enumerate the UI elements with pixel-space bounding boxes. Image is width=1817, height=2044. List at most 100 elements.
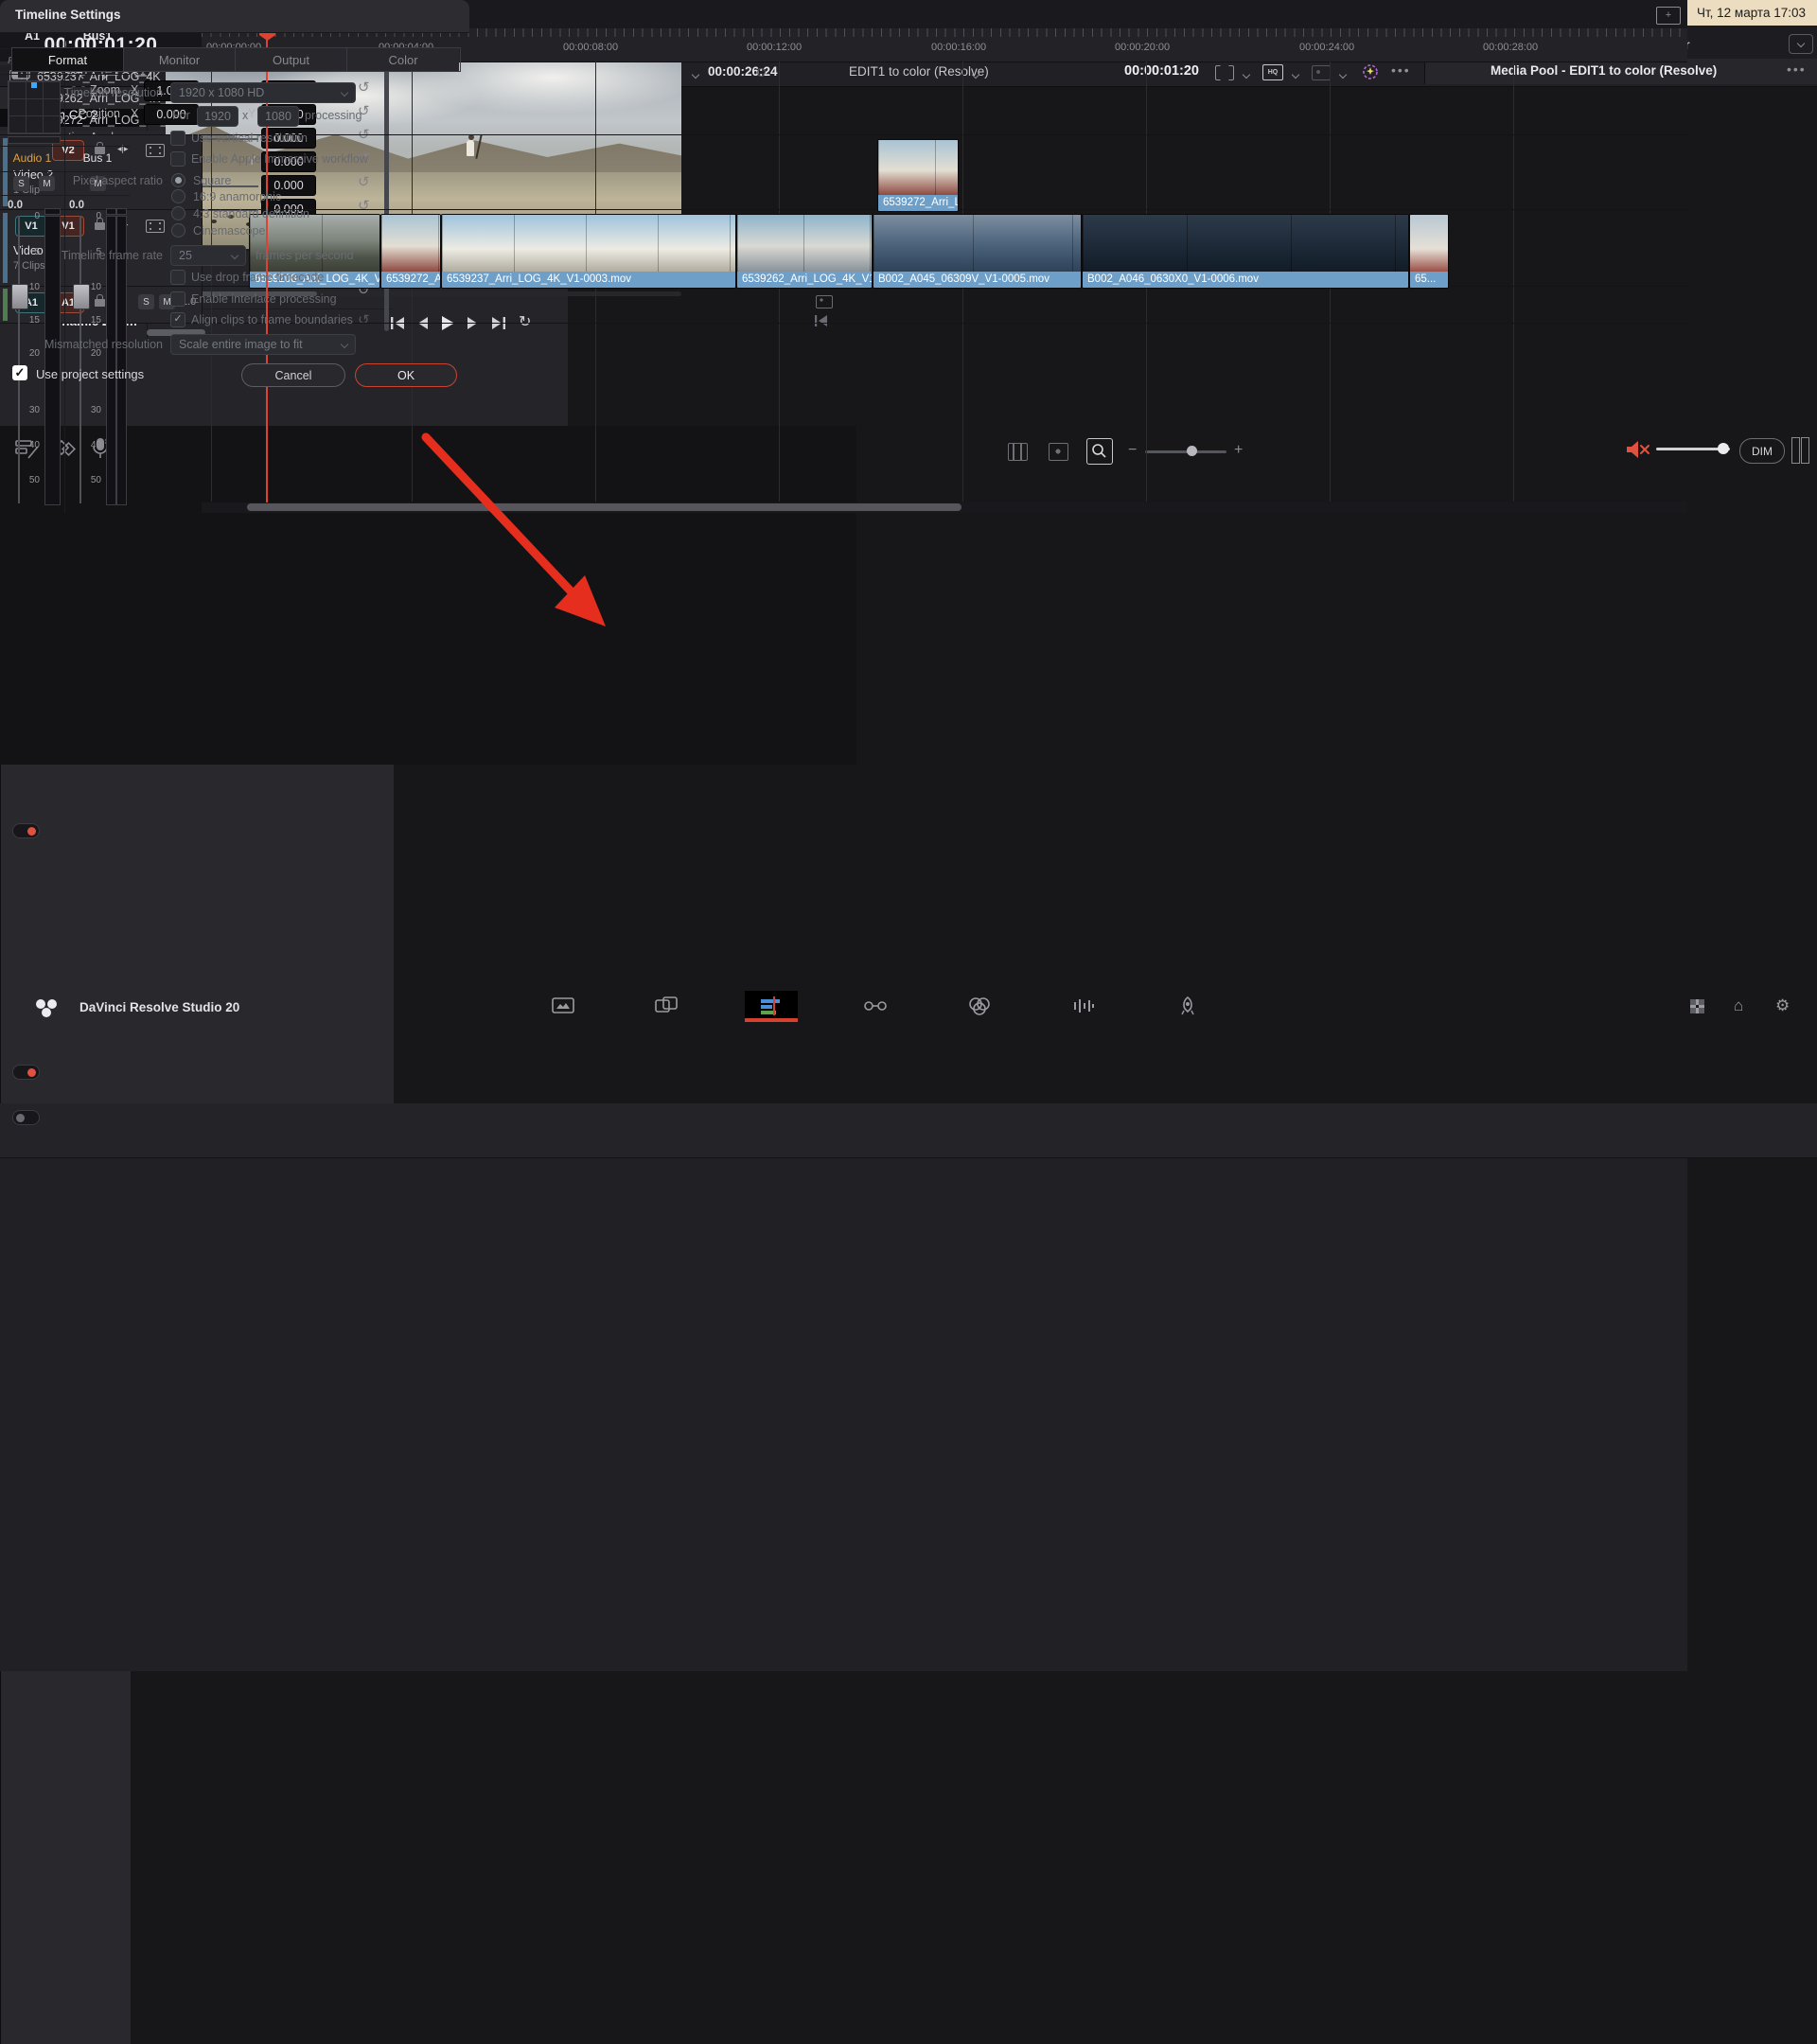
ruler-label: 00:00:16:00 [931, 42, 986, 53]
page-edit-button-active[interactable] [757, 996, 785, 1016]
menubar-clock[interactable]: Чт, 12 марта 17:03 [1697, 6, 1806, 20]
page-cut-button[interactable] [653, 996, 681, 1016]
ruler-label: 00:00:12:00 [747, 42, 802, 53]
create-timeline-icon[interactable]: + [1656, 7, 1681, 25]
fader-scale: 30 [86, 405, 101, 415]
cropping-toggle[interactable] [12, 1065, 40, 1080]
fader-scale: 30 [25, 405, 40, 415]
fader-scale: 50 [86, 475, 101, 485]
home-button[interactable]: ⌂ [1734, 996, 1743, 1015]
monitor-volume-handle[interactable] [1718, 443, 1729, 454]
meters-panel-icon2[interactable] [1801, 437, 1809, 464]
par-169-radio[interactable] [171, 189, 185, 203]
annotation-arrow [416, 426, 625, 643]
timeline-clip[interactable]: 6539272_A... [380, 214, 441, 289]
fader-scale: 15 [86, 315, 101, 326]
clip-thumbnail [250, 215, 379, 272]
fader-scale: 0 [86, 211, 101, 221]
align-clips-checkbox[interactable]: ✓ [170, 312, 185, 327]
page-deliver-button[interactable] [1173, 996, 1202, 1016]
fader-scale: 15 [25, 315, 40, 326]
par-43-radio[interactable] [171, 206, 185, 220]
project-manager-button[interactable] [1690, 999, 1704, 1013]
use-vertical-resolution-checkbox[interactable] [170, 131, 185, 146]
cancel-button[interactable]: Cancel [241, 363, 345, 387]
check-glyph: ✓ [173, 313, 182, 325]
use-project-settings-checkbox[interactable]: ✓ [12, 365, 27, 380]
app-version-label: DaVinci Resolve Studio 20 [79, 1000, 239, 1014]
drop-frame-label: Use drop frame timecode [191, 271, 324, 284]
meter-notch-a1 [44, 208, 61, 215]
tab-color[interactable]: Color [347, 48, 459, 71]
edit-toolbar-row: − + DIM [0, 1103, 1817, 1158]
interlace-label: Enable interlace processing [191, 292, 337, 306]
mismatched-resolution-dropdown[interactable]: Scale entire image to fit [170, 334, 356, 355]
fader-level-bus1: 0.0 [69, 200, 84, 211]
timeline-clip[interactable]: 6539262_Arri_LOG_4K_V1-0... [736, 214, 873, 289]
ruler-label: 00:00:28:00 [1483, 42, 1538, 53]
clip-thumbnail [737, 215, 872, 272]
clip-label: B002_A045_06309V_V1-0005.mov [873, 272, 1081, 288]
clip-thumbnail [878, 140, 958, 195]
fader-scale: 50 [25, 475, 40, 485]
clip-thumbnail [873, 215, 1081, 272]
video-track-accent [3, 138, 8, 206]
timeline-clip[interactable]: B002_A045_06309V_V1-0005.mov [873, 214, 1082, 289]
dialog-titlebar[interactable]: Timeline Settings [0, 0, 469, 33]
par-square-radio[interactable] [171, 173, 185, 187]
frame-rate-dropdown[interactable]: 25 [170, 245, 246, 266]
use-vertical-resolution-label: Use vertical resolution [191, 132, 308, 145]
lock-track-icon[interactable] [95, 299, 105, 307]
timeline-clip[interactable]: 6539237_Arri_LOG_4K_V1-0003.mov [441, 214, 736, 289]
meters-panel-icon[interactable] [1791, 437, 1800, 464]
dim-button[interactable]: DIM [1739, 438, 1785, 464]
clip-label: 6539262_Arri_LOG_4K_V1-0... [737, 272, 872, 288]
panel-collapse-button[interactable] [1789, 34, 1813, 54]
channel-name-bus1[interactable]: Bus 1 [65, 151, 130, 165]
par-square-label: Square [193, 174, 231, 187]
clip-label: 6539272_Arri_LO... [878, 195, 958, 211]
lock-track-icon[interactable] [95, 222, 105, 230]
timeline-clip[interactable]: B002_A046_0630X0_V1-0006.mov [1082, 214, 1409, 289]
width-input[interactable]: 1920 [197, 106, 238, 127]
clip-label: 6539237_Arri_LOG_4K_V1-0003.mov [442, 272, 735, 288]
height-input[interactable]: 1080 [257, 106, 299, 127]
track-film-icon[interactable] [146, 220, 165, 233]
page-fairlight-button[interactable] [1069, 996, 1098, 1016]
position-x-input[interactable]: 0.000 [144, 104, 199, 125]
pan-bar-a1[interactable] [8, 136, 61, 144]
page-media-button[interactable] [549, 996, 577, 1016]
processing-label: processing [305, 109, 362, 122]
dropdown-value: 25 [179, 249, 192, 262]
transform-toggle[interactable] [12, 823, 40, 838]
inspector-panel: Video ♫ Audio ✦ Effects ⋈ Transition Ima… [0, 765, 394, 1103]
dynamic-zoom-toggle[interactable] [12, 1110, 40, 1125]
clip-label: B002_A046_0630X0_V1-0006.mov [1083, 272, 1408, 288]
par-cinemascope-radio[interactable] [171, 223, 185, 238]
tab-monitor[interactable]: Monitor [124, 48, 236, 71]
timeline-clip[interactable]: 65... [1409, 214, 1449, 289]
clip-thumbnail [1083, 215, 1408, 272]
fader-handle-a1[interactable] [11, 284, 28, 309]
track-film-icon[interactable] [146, 144, 165, 157]
ok-button[interactable]: OK [355, 363, 457, 387]
channel-name-audio1[interactable]: Audio 1 [0, 151, 64, 165]
project-settings-gear-button[interactable]: ⚙ [1775, 996, 1790, 1015]
dropdown-value: 1920 x 1080 HD [179, 86, 264, 99]
track-solo-button[interactable]: S [138, 294, 154, 309]
fader-handle-bus1[interactable] [73, 284, 90, 309]
inspector-more-button[interactable]: ••• [1787, 62, 1807, 77]
tab-output[interactable]: Output [236, 48, 347, 71]
drop-frame-checkbox[interactable] [170, 270, 185, 285]
timeline-resolution-dropdown[interactable]: 1920 x 1080 HD [170, 82, 356, 103]
fader-scale: 0 [25, 211, 40, 221]
tab-format[interactable]: Format [12, 48, 124, 71]
resolve-logo [36, 999, 45, 1009]
apple-immersive-checkbox[interactable] [170, 151, 185, 167]
timeline-clip-v2[interactable]: 6539272_Arri_LO... [877, 139, 959, 212]
interlace-checkbox[interactable] [170, 291, 185, 307]
page-fusion-button[interactable] [861, 996, 890, 1016]
page-color-button[interactable] [965, 996, 994, 1016]
par-43-label: 4:3 standard definition [193, 207, 309, 220]
clip-label: 65... [1410, 272, 1448, 288]
